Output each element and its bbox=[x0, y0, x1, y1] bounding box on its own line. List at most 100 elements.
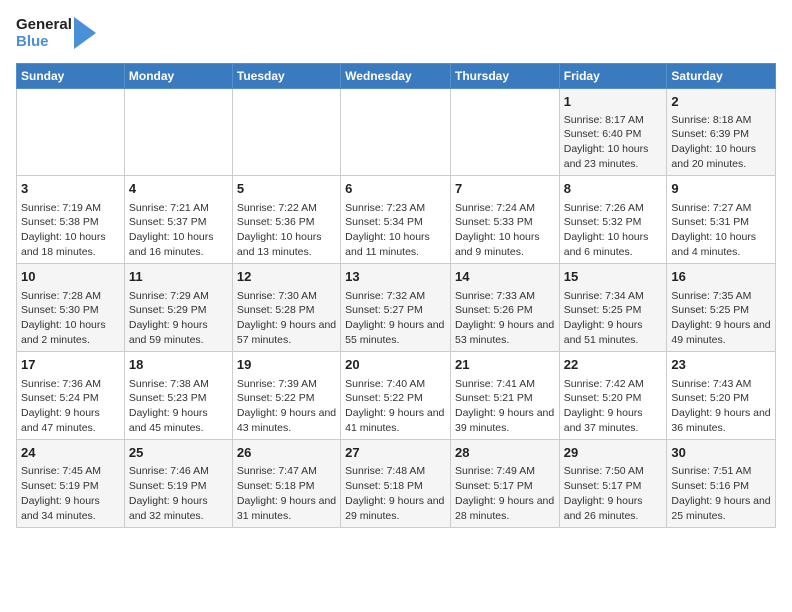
day-info: Sunrise: 7:29 AM Sunset: 5:29 PM Dayligh… bbox=[129, 289, 228, 348]
calendar-cell: 5Sunrise: 7:22 AM Sunset: 5:36 PM Daylig… bbox=[232, 176, 340, 264]
column-header-monday: Monday bbox=[124, 63, 232, 88]
day-number: 17 bbox=[21, 356, 120, 374]
day-number: 1 bbox=[564, 93, 663, 111]
day-number: 10 bbox=[21, 268, 120, 286]
column-header-sunday: Sunday bbox=[17, 63, 125, 88]
day-number: 22 bbox=[564, 356, 663, 374]
calendar-cell: 24 Sunrise: 7:45 AM Sunset: 5:19 PM Dayli… bbox=[17, 440, 125, 528]
day-info: Sunrise: 7:50 AM Sunset: 5:17 PM Dayligh… bbox=[564, 464, 663, 523]
calendar-cell: 11 Sunrise: 7:29 AM Sunset: 5:29 PM Dayli… bbox=[124, 264, 232, 352]
day-info: Sunrise: 7:28 AM Sunset: 5:30 PM Dayligh… bbox=[21, 289, 120, 348]
day-number: 16 bbox=[671, 268, 771, 286]
day-number: 9 bbox=[671, 180, 771, 198]
calendar-cell: 7 Sunrise: 7:24 AM Sunset: 5:33 PM Daylig… bbox=[450, 176, 559, 264]
day-info: Sunrise: 7:33 AM Sunset: 5:26 PM Dayligh… bbox=[455, 289, 555, 348]
calendar-cell: 2 Sunrise: 8:18 AM Sunset: 6:39 PM Daylig… bbox=[667, 88, 776, 176]
calendar-cell bbox=[341, 88, 451, 176]
day-number: 7 bbox=[455, 180, 555, 198]
calendar-cell: 30 Sunrise: 7:51 AM Sunset: 5:16 PM Dayli… bbox=[667, 440, 776, 528]
column-header-saturday: Saturday bbox=[667, 63, 776, 88]
day-info: Sunrise: 7:27 AM Sunset: 5:31 PM Dayligh… bbox=[671, 201, 771, 260]
calendar-cell: 4 Sunrise: 7:21 AM Sunset: 5:37 PM Daylig… bbox=[124, 176, 232, 264]
day-info: Sunrise: 7:32 AM Sunset: 5:27 PM Dayligh… bbox=[345, 289, 446, 348]
logo-arrow-icon bbox=[74, 17, 96, 49]
day-number: 27 bbox=[345, 444, 446, 462]
calendar-cell bbox=[17, 88, 125, 176]
calendar-cell: 16 Sunrise: 7:35 AM Sunset: 5:25 PM Dayli… bbox=[667, 264, 776, 352]
day-info: Sunrise: 7:26 AM Sunset: 5:32 PM Dayligh… bbox=[564, 201, 663, 260]
day-info: Sunrise: 7:36 AM Sunset: 5:24 PM Dayligh… bbox=[21, 377, 120, 436]
calendar-header-row: SundayMondayTuesdayWednesdayThursdayFrid… bbox=[17, 63, 776, 88]
calendar-cell: 18Sunrise: 7:38 AM Sunset: 5:23 PM Dayli… bbox=[124, 352, 232, 440]
day-number: 21 bbox=[455, 356, 555, 374]
calendar-week-row: 1 Sunrise: 8:17 AM Sunset: 6:40 PM Daylig… bbox=[17, 88, 776, 176]
day-number: 30 bbox=[671, 444, 771, 462]
day-number: 25 bbox=[129, 444, 228, 462]
calendar-cell: 23 Sunrise: 7:43 AM Sunset: 5:20 PM Dayli… bbox=[667, 352, 776, 440]
day-number: 11 bbox=[129, 268, 228, 286]
column-header-tuesday: Tuesday bbox=[232, 63, 340, 88]
day-number: 19 bbox=[237, 356, 336, 374]
day-number: 29 bbox=[564, 444, 663, 462]
day-number: 20 bbox=[345, 356, 446, 374]
calendar-cell bbox=[232, 88, 340, 176]
calendar-cell: 17 Sunrise: 7:36 AM Sunset: 5:24 PM Dayli… bbox=[17, 352, 125, 440]
day-number: 23 bbox=[671, 356, 771, 374]
calendar-cell: 22 Sunrise: 7:42 AM Sunset: 5:20 PM Dayli… bbox=[559, 352, 667, 440]
day-number: 4 bbox=[129, 180, 228, 198]
day-number: 2 bbox=[671, 93, 771, 111]
day-number: 13 bbox=[345, 268, 446, 286]
day-number: 24 bbox=[21, 444, 120, 462]
calendar-cell: 14 Sunrise: 7:33 AM Sunset: 5:26 PM Dayli… bbox=[450, 264, 559, 352]
day-info: Sunrise: 7:23 AM Sunset: 5:34 PM Dayligh… bbox=[345, 201, 446, 260]
day-number: 15 bbox=[564, 268, 663, 286]
day-info: Sunrise: 8:18 AM Sunset: 6:39 PM Dayligh… bbox=[671, 113, 771, 172]
day-info: Sunrise: 7:24 AM Sunset: 5:33 PM Dayligh… bbox=[455, 201, 555, 260]
calendar-cell: 29 Sunrise: 7:50 AM Sunset: 5:17 PM Dayli… bbox=[559, 440, 667, 528]
calendar-cell: 28 Sunrise: 7:49 AM Sunset: 5:17 PM Dayli… bbox=[450, 440, 559, 528]
day-info: Sunrise: 7:42 AM Sunset: 5:20 PM Dayligh… bbox=[564, 377, 663, 436]
day-info: Sunrise: 7:21 AM Sunset: 5:37 PM Dayligh… bbox=[129, 201, 228, 260]
day-info: Sunrise: 7:48 AM Sunset: 5:18 PM Dayligh… bbox=[345, 464, 446, 523]
calendar-cell bbox=[450, 88, 559, 176]
calendar-week-row: 3Sunrise: 7:19 AM Sunset: 5:38 PM Daylig… bbox=[17, 176, 776, 264]
calendar-cell: 3Sunrise: 7:19 AM Sunset: 5:38 PM Daylig… bbox=[17, 176, 125, 264]
day-info: Sunrise: 7:39 AM Sunset: 5:22 PM Dayligh… bbox=[237, 377, 336, 436]
calendar-cell: 12Sunrise: 7:30 AM Sunset: 5:28 PM Dayli… bbox=[232, 264, 340, 352]
day-number: 18 bbox=[129, 356, 228, 374]
calendar-week-row: 24 Sunrise: 7:45 AM Sunset: 5:19 PM Dayli… bbox=[17, 440, 776, 528]
day-info: Sunrise: 7:47 AM Sunset: 5:18 PM Dayligh… bbox=[237, 464, 336, 523]
column-header-friday: Friday bbox=[559, 63, 667, 88]
day-number: 6 bbox=[345, 180, 446, 198]
column-header-wednesday: Wednesday bbox=[341, 63, 451, 88]
day-info: Sunrise: 8:17 AM Sunset: 6:40 PM Dayligh… bbox=[564, 113, 663, 172]
day-number: 8 bbox=[564, 180, 663, 198]
calendar-week-row: 10 Sunrise: 7:28 AM Sunset: 5:30 PM Dayli… bbox=[17, 264, 776, 352]
calendar-cell: 25 Sunrise: 7:46 AM Sunset: 5:19 PM Dayli… bbox=[124, 440, 232, 528]
day-info: Sunrise: 7:49 AM Sunset: 5:17 PM Dayligh… bbox=[455, 464, 555, 523]
calendar-cell: 8 Sunrise: 7:26 AM Sunset: 5:32 PM Daylig… bbox=[559, 176, 667, 264]
day-number: 14 bbox=[455, 268, 555, 286]
calendar-cell: 19 Sunrise: 7:39 AM Sunset: 5:22 PM Dayli… bbox=[232, 352, 340, 440]
logo: General Blue bbox=[16, 16, 96, 51]
day-number: 3 bbox=[21, 180, 120, 198]
calendar-table: SundayMondayTuesdayWednesdayThursdayFrid… bbox=[16, 63, 776, 529]
day-info: Sunrise: 7:41 AM Sunset: 5:21 PM Dayligh… bbox=[455, 377, 555, 436]
calendar-cell: 15 Sunrise: 7:34 AM Sunset: 5:25 PM Dayli… bbox=[559, 264, 667, 352]
day-info: Sunrise: 7:45 AM Sunset: 5:19 PM Dayligh… bbox=[21, 464, 120, 523]
day-number: 26 bbox=[237, 444, 336, 462]
day-number: 28 bbox=[455, 444, 555, 462]
calendar-cell: 9 Sunrise: 7:27 AM Sunset: 5:31 PM Daylig… bbox=[667, 176, 776, 264]
day-info: Sunrise: 7:43 AM Sunset: 5:20 PM Dayligh… bbox=[671, 377, 771, 436]
page-header: General Blue bbox=[16, 16, 776, 51]
day-info: Sunrise: 7:30 AM Sunset: 5:28 PM Dayligh… bbox=[237, 289, 336, 348]
column-header-thursday: Thursday bbox=[450, 63, 559, 88]
day-info: Sunrise: 7:51 AM Sunset: 5:16 PM Dayligh… bbox=[671, 464, 771, 523]
calendar-cell: 21 Sunrise: 7:41 AM Sunset: 5:21 PM Dayli… bbox=[450, 352, 559, 440]
calendar-cell: 6 Sunrise: 7:23 AM Sunset: 5:34 PM Daylig… bbox=[341, 176, 451, 264]
day-info: Sunrise: 7:35 AM Sunset: 5:25 PM Dayligh… bbox=[671, 289, 771, 348]
calendar-cell: 26 Sunrise: 7:47 AM Sunset: 5:18 PM Dayli… bbox=[232, 440, 340, 528]
calendar-cell: 20Sunrise: 7:40 AM Sunset: 5:22 PM Dayli… bbox=[341, 352, 451, 440]
day-info: Sunrise: 7:46 AM Sunset: 5:19 PM Dayligh… bbox=[129, 464, 228, 523]
day-info: Sunrise: 7:34 AM Sunset: 5:25 PM Dayligh… bbox=[564, 289, 663, 348]
